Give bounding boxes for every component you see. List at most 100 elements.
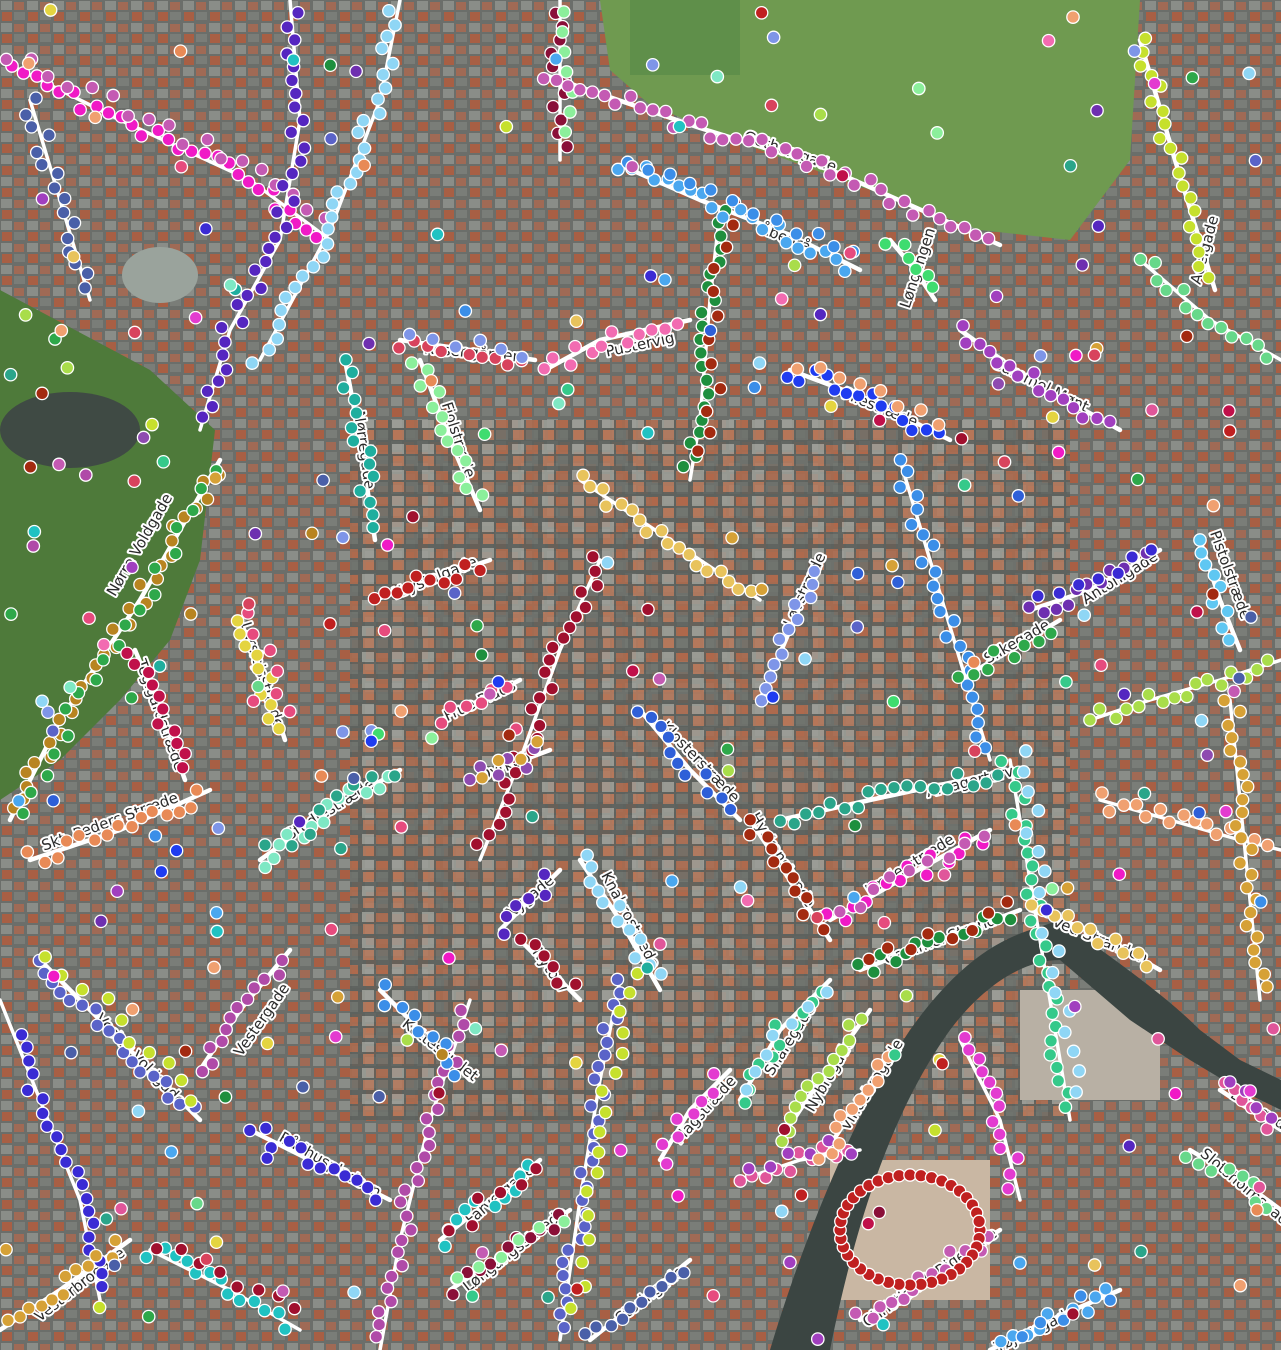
data-point[interactable] [1081,1305,1095,1319]
data-point[interactable] [75,1177,90,1192]
data-point[interactable] [739,1083,754,1097]
data-point[interactable] [366,469,381,484]
data-point[interactable] [555,1255,570,1270]
data-point[interactable] [670,317,685,331]
data-point[interactable] [820,985,834,1000]
data-point[interactable] [502,792,516,806]
data-point[interactable] [594,339,609,354]
data-point[interactable] [250,648,264,663]
data-point[interactable] [409,569,424,584]
data-point[interactable] [1008,817,1023,832]
data-point[interactable] [391,1245,405,1260]
data-point[interactable] [124,690,139,705]
data-point[interactable] [710,309,725,323]
data-point[interactable] [1072,1064,1087,1078]
data-point[interactable] [591,884,606,898]
data-point[interactable] [843,246,858,260]
data-point[interactable] [1185,70,1200,85]
data-point[interactable] [658,104,673,119]
data-point[interactable] [454,1003,468,1018]
data-point[interactable] [939,630,954,644]
data-point[interactable] [1130,472,1145,487]
data-point[interactable] [862,952,876,967]
data-point[interactable] [0,52,14,67]
data-point[interactable] [152,689,167,704]
data-point[interactable] [82,611,96,626]
data-point[interactable] [694,1094,709,1109]
data-point[interactable] [1001,1181,1015,1196]
data-point[interactable] [1194,713,1209,728]
data-point[interactable] [167,724,182,738]
data-point[interactable] [56,1287,71,1302]
data-point[interactable] [591,1145,606,1160]
data-point[interactable] [646,103,660,117]
data-point[interactable] [1260,838,1275,853]
data-point[interactable] [752,356,767,370]
data-point[interactable] [450,443,465,458]
data-point[interactable] [559,65,574,79]
data-point[interactable] [532,691,547,705]
data-point[interactable] [211,821,226,836]
data-point[interactable] [11,794,26,808]
data-point[interactable] [1228,818,1243,833]
data-point[interactable] [127,474,142,489]
data-point[interactable] [1016,765,1031,779]
data-point[interactable] [96,652,111,667]
data-point[interactable] [706,284,721,299]
data-point[interactable] [921,268,936,283]
data-point[interactable] [473,333,488,348]
data-point[interactable] [710,69,725,84]
data-point[interactable] [324,210,339,224]
data-point[interactable] [470,1191,485,1206]
data-point[interactable] [813,307,828,322]
data-point[interactable] [1091,219,1106,233]
data-point[interactable] [287,194,301,209]
data-point[interactable] [380,1281,395,1296]
data-point[interactable] [214,151,228,166]
data-point[interactable] [833,904,847,919]
data-point[interactable] [431,1102,445,1117]
data-point[interactable] [715,791,729,805]
data-point[interactable] [1191,259,1206,274]
data-point[interactable] [40,1119,54,1134]
data-point[interactable] [1207,568,1222,583]
data-point[interactable] [385,56,400,71]
data-point[interactable] [345,365,360,380]
data-point[interactable] [654,719,668,734]
data-point[interactable] [873,384,888,398]
data-point[interactable] [1010,1151,1025,1165]
data-point[interactable] [377,623,392,638]
data-point[interactable] [79,1191,94,1206]
data-point[interactable] [301,1157,315,1171]
data-point[interactable] [994,754,1009,769]
data-point[interactable] [106,622,120,637]
data-point[interactable] [967,655,981,670]
data-point[interactable] [957,478,972,492]
data-point[interactable] [447,1068,462,1083]
data-point[interactable] [747,380,762,395]
data-point[interactable] [529,1161,543,1176]
data-point[interactable] [223,278,238,292]
data-point[interactable] [353,484,367,498]
data-point[interactable] [549,52,563,66]
data-point[interactable] [545,681,560,696]
data-point[interactable] [790,612,805,627]
data-point[interactable] [654,967,668,981]
data-point[interactable] [1019,826,1034,841]
data-point[interactable] [532,1220,547,1235]
data-point[interactable] [600,555,615,570]
data-point[interactable] [587,1072,602,1086]
data-point[interactable] [50,166,65,181]
data-point[interactable] [387,769,402,783]
data-point[interactable] [1073,1289,1088,1303]
data-point[interactable] [288,280,303,295]
data-point[interactable] [816,922,831,937]
data-point[interactable] [514,752,528,767]
data-point[interactable] [1103,414,1117,429]
data-point[interactable] [706,1288,721,1303]
data-point[interactable] [500,357,515,372]
data-point[interactable] [588,564,603,579]
data-point[interactable] [42,735,57,750]
data-point[interactable] [426,1030,440,1044]
data-point[interactable] [1007,650,1022,665]
